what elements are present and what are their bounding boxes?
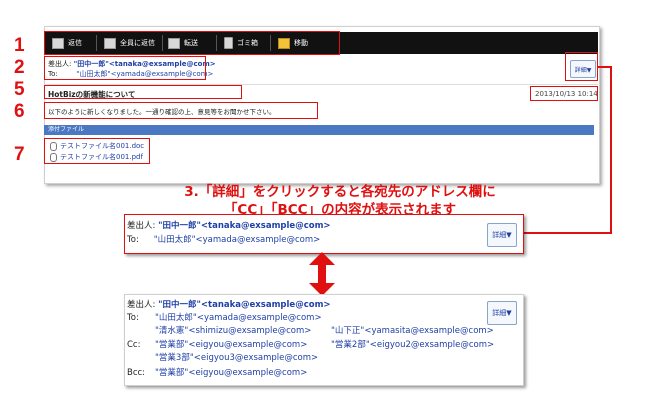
highlight-body (44, 102, 318, 119)
expanded-to-address-2[interactable]: "清水憲"<shimizu@exsample@com> (155, 325, 311, 338)
expanded-from-row: 差出人: "田中一郎"<tanaka@exsample@com> (127, 299, 331, 312)
expanded-from-value[interactable]: "田中一郎"<tanaka@exsample@com> (158, 300, 330, 310)
collapsed-to-row: To: "山田太郎"<yamada@exsample@com> (127, 234, 320, 247)
marker-7: 7 (14, 144, 25, 165)
highlight-toolbar (44, 31, 340, 55)
collapsed-from-label: 差出人: (127, 221, 156, 231)
highlight-header (44, 56, 206, 80)
expanded-to-address-1[interactable]: "山田太郎"<yamada@exsample@com> (155, 312, 322, 325)
collapsed-header-panel: 差出人: "田中一郎"<tanaka@exsample@com> To: "山田… (124, 214, 524, 254)
expanded-to-label: To: (127, 313, 139, 323)
highlight-attachments (44, 138, 150, 164)
expanded-header-panel: 差出人: "田中一郎"<tanaka@exsample@com> To: "山田… (124, 294, 524, 386)
expanded-bcc-address-1[interactable]: "営業部"<eigyou@exsample@com> (155, 367, 307, 380)
expanded-from-label: 差出人: (127, 300, 156, 310)
caption-line-1: 3.「詳細」をクリックすると各宛先のアドレス欄に (184, 184, 496, 200)
connector-line (610, 66, 612, 234)
collapsed-to-label: To: (127, 235, 139, 245)
expanded-cc-address-1[interactable]: "営業部"<eigyou@exsample@com> (155, 339, 307, 352)
highlight-subject (44, 85, 242, 99)
connector-line (522, 232, 612, 234)
marker-5: 5 (14, 79, 25, 100)
attachment-header: 添付ファイル (44, 125, 594, 135)
expand-arrow-icon (309, 252, 335, 296)
highlight-detail-button (565, 52, 598, 81)
collapsed-from-value[interactable]: "田中一郎"<tanaka@exsample@com> (158, 221, 330, 231)
expanded-detail-button[interactable]: 詳細▼ (487, 301, 517, 325)
expanded-cc-address-2[interactable]: "営業2部"<eigyou2@exsample@com> (331, 339, 494, 352)
marker-2: 2 (14, 57, 25, 78)
marker-1: 1 (14, 35, 25, 56)
marker-6: 6 (14, 101, 25, 122)
collapsed-from-row: 差出人: "田中一郎"<tanaka@exsample@com> (127, 220, 331, 233)
collapsed-detail-button[interactable]: 詳細▼ (487, 223, 517, 247)
highlight-date (530, 86, 598, 101)
collapsed-to-value[interactable]: "山田太郎"<yamada@exsample@com> (154, 235, 321, 245)
expanded-to-address-3[interactable]: "山下正"<yamasita@exsample@com> (331, 325, 494, 338)
expanded-cc-label: Cc: (127, 340, 141, 350)
expanded-cc-address-3[interactable]: "営業3部"<eigyou3@exsample@com> (155, 352, 318, 365)
expanded-bcc-label: Bcc: (127, 368, 146, 378)
